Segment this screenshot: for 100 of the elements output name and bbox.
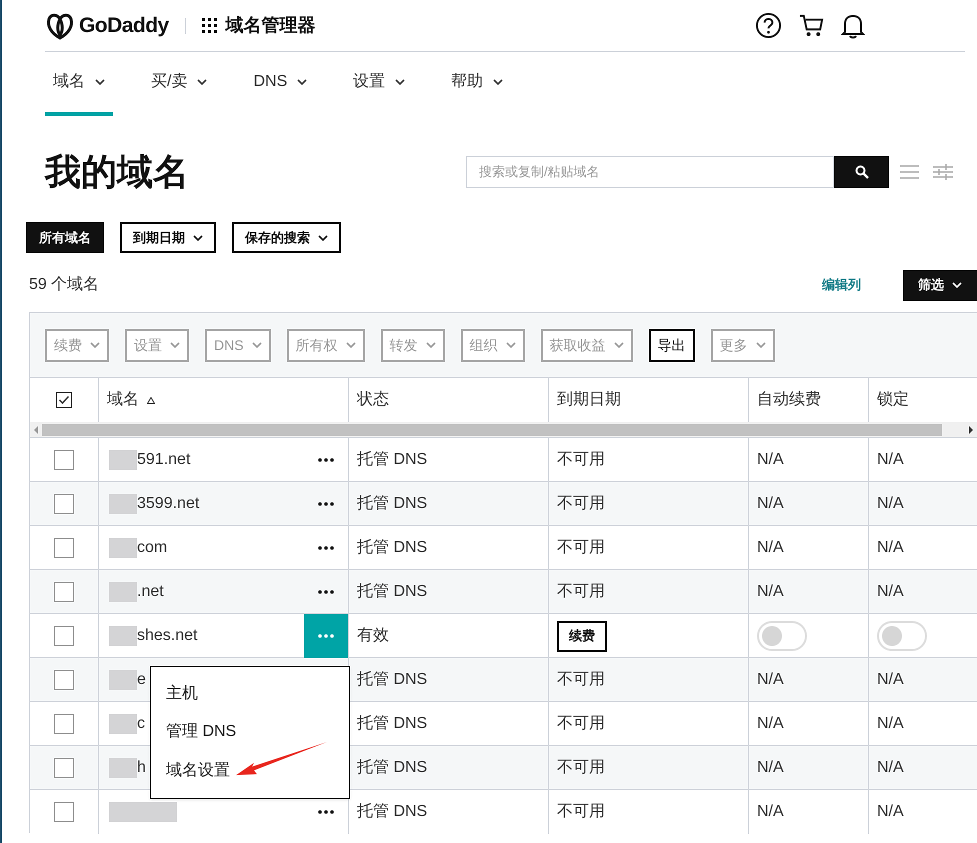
- blurred-text: [109, 626, 137, 646]
- domain-name[interactable]: c: [137, 712, 145, 736]
- expiry-text: 不可用: [557, 758, 605, 778]
- brand-name[interactable]: GoDaddy: [79, 10, 169, 42]
- caret-icon: [346, 342, 356, 348]
- toggle-switch[interactable]: [757, 621, 807, 651]
- more-icon: [318, 458, 334, 462]
- status-text: 托管 DNS: [357, 714, 428, 734]
- lock-text: N/A: [877, 450, 904, 470]
- status-text: 托管 DNS: [357, 758, 428, 778]
- filter-button[interactable]: 筛选: [903, 270, 977, 300]
- row-checkbox[interactable]: [54, 802, 74, 822]
- apps-grid-icon[interactable]: [202, 18, 218, 34]
- blurred-text: [109, 670, 137, 690]
- horizontal-scrollbar[interactable]: [30, 422, 977, 437]
- search-field[interactable]: 搜索或复制/粘贴域名: [466, 156, 834, 188]
- menu-item[interactable]: 域名设置: [166, 758, 230, 783]
- select-all-checkbox[interactable]: [56, 392, 72, 408]
- lock-text: N/A: [877, 714, 904, 734]
- caret-icon: [170, 342, 180, 348]
- filter-button[interactable]: 到期日期: [120, 222, 216, 253]
- sort-ascending-icon[interactable]: [147, 396, 155, 404]
- search-input[interactable]: 搜索或复制/粘贴域名: [479, 162, 821, 182]
- auto-renew-text: N/A: [757, 538, 784, 558]
- blurred-text: [109, 582, 137, 602]
- more-icon: [318, 590, 334, 594]
- auto-renew-text: N/A: [757, 582, 784, 602]
- domain-name[interactable]: 3599.net: [137, 492, 200, 516]
- auto-renew-text: N/A: [757, 670, 784, 690]
- row-checkbox[interactable]: [54, 626, 74, 646]
- caret-icon: [614, 342, 624, 348]
- domain-name[interactable]: .net: [137, 580, 164, 604]
- caret-icon: [252, 342, 262, 348]
- lock-text: N/A: [877, 538, 904, 558]
- row-checkbox[interactable]: [54, 538, 74, 558]
- domain-name[interactable]: 591.net: [137, 448, 190, 472]
- menu-item[interactable]: 管理 DNS: [166, 720, 236, 744]
- caret-icon: [193, 234, 203, 240]
- search-icon: [854, 165, 868, 179]
- nav-tab[interactable]: 买/卖: [143, 52, 216, 116]
- caret-icon: [95, 79, 105, 85]
- domain-name[interactable]: com: [137, 536, 168, 560]
- lock-text: N/A: [877, 670, 904, 690]
- menu-item[interactable]: 主机: [166, 682, 198, 706]
- lock-text: N/A: [877, 758, 904, 778]
- app-title: 域名管理器: [226, 14, 316, 37]
- lock-text: N/A: [877, 494, 904, 514]
- column-header[interactable]: 到期日期: [557, 388, 621, 412]
- toolbar-button[interactable]: 导出: [648, 328, 695, 362]
- caret-icon: [395, 79, 406, 85]
- row-checkbox[interactable]: [54, 714, 74, 734]
- status-text: 有效: [357, 626, 389, 646]
- toggle-switch[interactable]: [877, 621, 927, 651]
- blurred-text: [109, 494, 137, 514]
- row-checkbox[interactable]: [54, 450, 74, 470]
- nav-tab[interactable]: 域名: [45, 52, 113, 116]
- edit-columns-link[interactable]: 编辑列: [822, 275, 861, 295]
- page-title: 我的域名: [45, 150, 189, 194]
- status-text: 托管 DNS: [357, 494, 428, 514]
- caret-icon: [952, 282, 962, 288]
- cart-icon[interactable]: [798, 12, 825, 39]
- caret-icon: [197, 79, 208, 85]
- domain-name[interactable]: e: [137, 668, 146, 692]
- column-header[interactable]: 域名: [107, 388, 139, 412]
- row-checkbox[interactable]: [54, 494, 74, 514]
- blurred-text: [109, 714, 137, 734]
- caret-icon: [318, 234, 328, 240]
- row-checkbox[interactable]: [54, 582, 74, 602]
- more-icon: [318, 502, 334, 506]
- status-text: 托管 DNS: [357, 582, 428, 602]
- auto-renew-text: N/A: [757, 802, 784, 822]
- bell-icon[interactable]: [841, 12, 865, 38]
- blurred-text: [109, 758, 137, 778]
- help-icon[interactable]: [755, 12, 782, 39]
- auto-renew-text: N/A: [757, 450, 784, 470]
- filter-button[interactable]: 所有域名: [26, 222, 104, 253]
- caret-icon: [506, 342, 516, 348]
- column-header[interactable]: 状态: [357, 388, 389, 412]
- domain-count: 59 个域名: [29, 274, 100, 295]
- caret-icon: [426, 342, 436, 348]
- domain-name[interactable]: shes.net: [137, 624, 198, 648]
- status-text: 托管 DNS: [357, 802, 428, 822]
- renew-button[interactable]: 续费: [557, 620, 607, 652]
- filter-button[interactable]: 保存的搜索: [232, 222, 341, 253]
- list-view-icon[interactable]: [900, 165, 919, 179]
- lock-text: N/A: [877, 802, 904, 822]
- nav-tab[interactable]: DNS: [245, 52, 316, 116]
- expiry-text: 不可用: [557, 494, 605, 514]
- row-checkbox[interactable]: [54, 758, 74, 778]
- column-header[interactable]: 自动续费: [757, 388, 821, 412]
- auto-renew-text: N/A: [757, 758, 784, 778]
- column-header[interactable]: 锁定: [877, 388, 909, 412]
- domain-name[interactable]: h: [137, 756, 146, 780]
- search-button[interactable]: [834, 156, 889, 188]
- row-checkbox[interactable]: [54, 670, 74, 690]
- auto-renew-text: N/A: [757, 494, 784, 514]
- expiry-text: 不可用: [557, 802, 605, 822]
- nav-tab[interactable]: 设置: [345, 52, 414, 116]
- nav-tab[interactable]: 帮助: [443, 52, 512, 116]
- sliders-icon[interactable]: [933, 164, 953, 180]
